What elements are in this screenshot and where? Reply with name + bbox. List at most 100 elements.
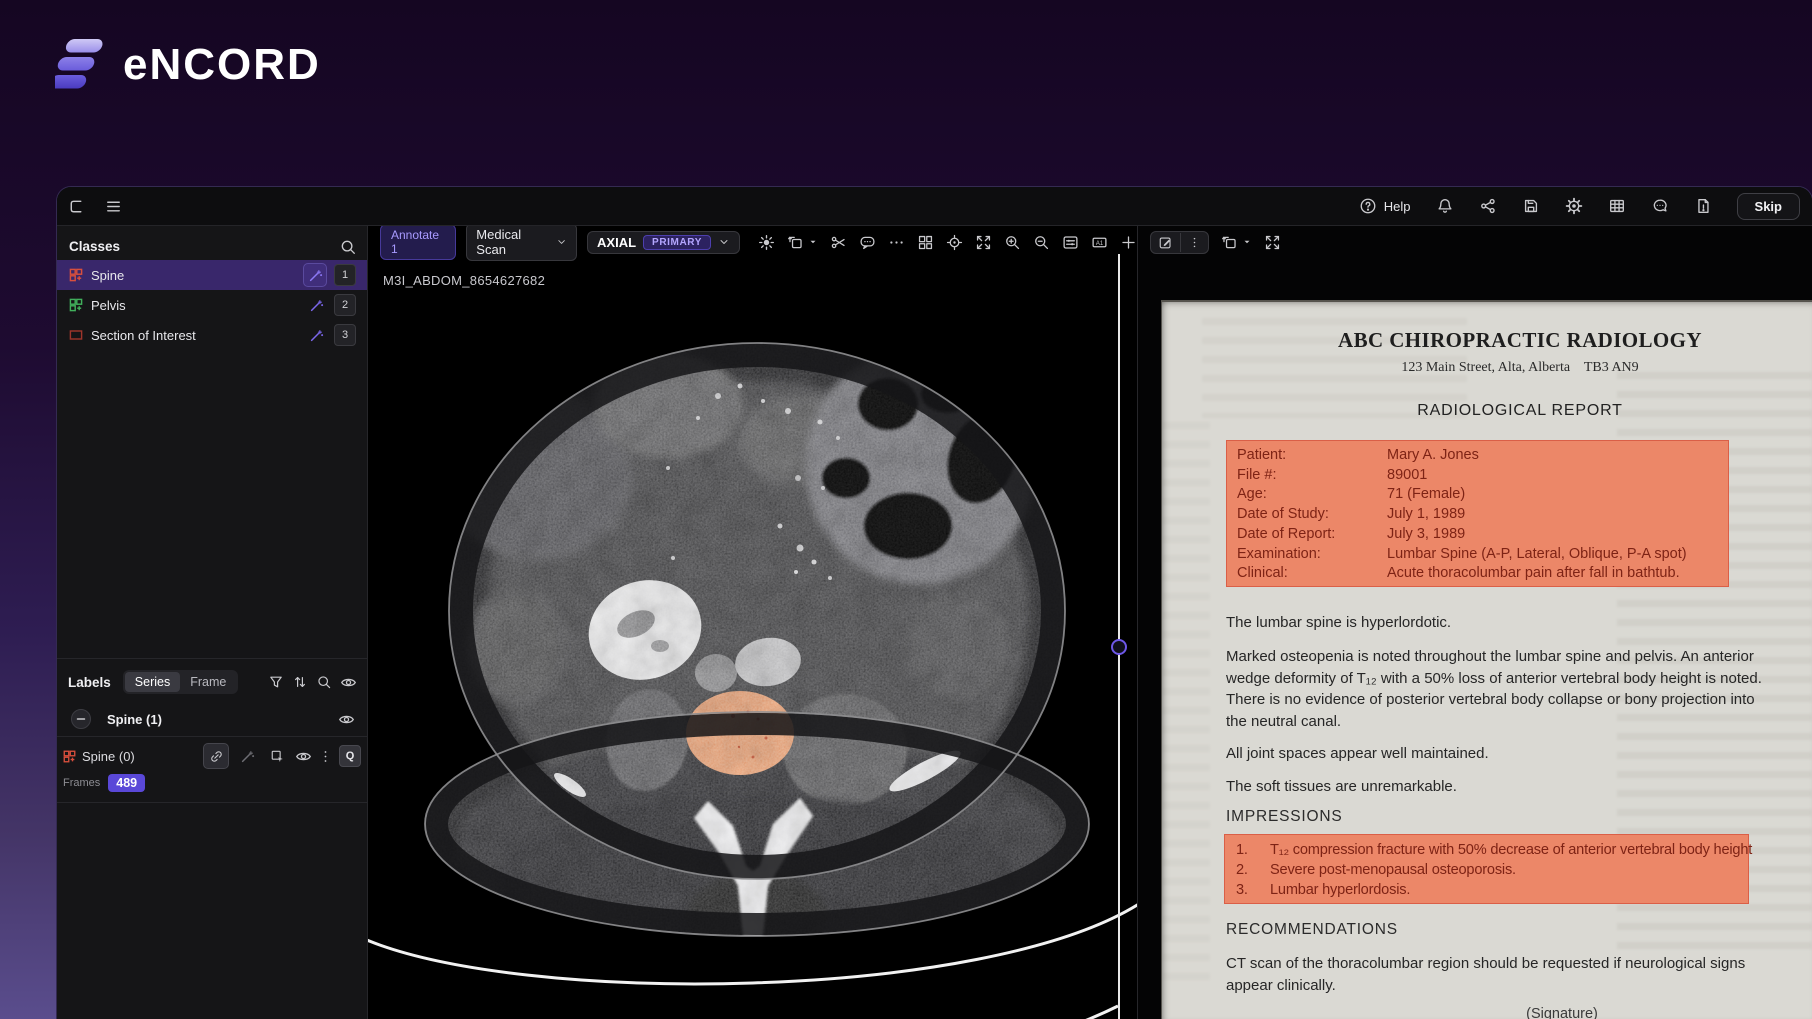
frames-count-badge: 489: [108, 774, 146, 792]
encord-logo-icon: [55, 39, 103, 89]
report-paragraph: The lumbar spine is hyperlordotic.: [1226, 614, 1452, 631]
view-label: AXIAL: [597, 234, 637, 250]
slice-slider-track[interactable]: [1118, 254, 1120, 1019]
sidebar-divider: [57, 736, 367, 737]
impression-text: T₁₂ compression fracture with 50% decrea…: [1270, 842, 1753, 858]
wordmark-first: e: [123, 40, 150, 89]
fit-expand-icon[interactable]: [1264, 234, 1281, 251]
class-label: Section of Interest: [91, 327, 196, 343]
label-instance-row[interactable]: Spine (0) Q: [57, 742, 367, 770]
zoom-out-icon[interactable]: [1033, 234, 1050, 251]
help-button[interactable]: Help: [1359, 197, 1411, 215]
impression-text: Severe post-menopausal osteoporosis.: [1270, 862, 1516, 878]
patient-field-value: Acute thoracolumbar pain after fall in b…: [1387, 565, 1680, 582]
region-class-icon: [69, 330, 83, 340]
notifications-bell-icon[interactable]: [1436, 197, 1454, 215]
link-button[interactable]: [203, 743, 229, 769]
window-topbar: Help Skip: [57, 187, 1812, 226]
select-region-button[interactable]: [265, 744, 289, 768]
class-label: Pelvis: [91, 297, 126, 313]
adjust-panel-icon[interactable]: [1062, 234, 1079, 251]
scan-canvas-panel[interactable]: Annotate 1 Medical Scan AXIAL PRIMARY A1…: [368, 226, 1137, 1019]
clinic-name: ABC CHIROPRACTIC RADIOLOGY: [1338, 328, 1702, 352]
label-group-row[interactable]: Spine (1): [57, 704, 367, 734]
impression-number: 1.: [1236, 842, 1248, 858]
comment-icon[interactable]: [859, 234, 876, 251]
patient-field-value: 71 (Female): [1387, 486, 1466, 503]
class-row-pelvis[interactable]: Pelvis 2: [57, 290, 367, 320]
annotate-badge[interactable]: Annotate 1: [380, 226, 457, 260]
search-icon[interactable]: [316, 674, 332, 690]
help-label: Help: [1383, 198, 1411, 214]
wand-icon: [310, 299, 323, 311]
chat-icon[interactable]: [1651, 197, 1669, 215]
tab-series[interactable]: Series: [124, 672, 181, 692]
more-icon[interactable]: [888, 234, 905, 251]
zoom-in-icon[interactable]: [1004, 234, 1021, 251]
modality-label: Medical Scan: [476, 227, 522, 257]
search-icon[interactable]: [339, 238, 357, 256]
label-a1-icon[interactable]: A1: [1091, 234, 1108, 251]
wand-icon: [310, 329, 323, 341]
edit-icon: [1159, 236, 1171, 248]
grid-layout-icon[interactable]: [917, 234, 934, 251]
sidebar: Classes Spine 1 Pelvis 2 Section of Inte…: [57, 226, 368, 1019]
brightness-icon[interactable]: [758, 234, 775, 251]
add-icon[interactable]: [1120, 234, 1137, 251]
edit-button-group: [1150, 230, 1209, 254]
menu-icon[interactable]: [104, 197, 123, 216]
settings-gear-icon[interactable]: [1565, 197, 1583, 215]
edit-button[interactable]: [1151, 232, 1180, 253]
tab-frame[interactable]: Frame: [180, 672, 236, 692]
report-paragraph: The soft tissues are unremarkable.: [1226, 778, 1457, 795]
auto-annotate-wand-button[interactable]: [305, 324, 327, 346]
patient-field-value: July 3, 1989: [1387, 525, 1466, 542]
ct-scan-image[interactable]: [368, 226, 1137, 1019]
save-icon[interactable]: [1522, 197, 1540, 215]
eye-icon[interactable]: [295, 748, 312, 765]
modality-dropdown[interactable]: Medical Scan: [466, 226, 578, 261]
primary-badge: PRIMARY: [643, 234, 711, 250]
report-paragraph: All joint spaces appear well maintained.: [1226, 745, 1489, 762]
patient-info-highlight[interactable]: Patient: Mary A. Jones File #: 89001 Age: 7…: [1226, 440, 1729, 587]
chevron-down-icon: [558, 240, 565, 244]
table-view-icon[interactable]: [1608, 197, 1626, 215]
fit-expand-icon[interactable]: [975, 234, 992, 251]
edit-more-button[interactable]: [1180, 232, 1208, 252]
recommendation-text: CT scan of the thoracolumbar region shou…: [1226, 955, 1746, 994]
class-hotkey: 1: [334, 264, 356, 286]
auto-annotate-wand-button[interactable]: [303, 263, 327, 287]
link-icon: [210, 750, 222, 762]
eye-icon[interactable]: [340, 674, 357, 691]
report-title: RADIOLOGICAL REPORT: [1417, 402, 1623, 419]
patient-field-label: Patient:: [1237, 447, 1287, 463]
share-icon[interactable]: [1479, 197, 1497, 215]
collapse-panel-icon[interactable]: [67, 197, 86, 216]
bounding-box-class-icon: [69, 298, 83, 312]
bounding-box-class-icon: [63, 750, 76, 762]
clinic-address: 123 Main Street, Alta, Alberta TB3 AN9: [1401, 360, 1639, 375]
eye-icon[interactable]: [338, 711, 355, 728]
recommendations-heading: RECOMMENDATIONS: [1226, 921, 1398, 938]
impressions-highlight[interactable]: 1. T₁₂ compression fracture with 50% decr…: [1224, 834, 1753, 904]
class-row-section-of-interest[interactable]: Section of Interest 3: [57, 320, 367, 350]
cut-icon[interactable]: [830, 234, 847, 251]
patient-field-label: Date of Report:: [1237, 525, 1336, 542]
report-paragraph: Marked osteopenia is noted throughout th…: [1226, 648, 1762, 730]
view-dropdown[interactable]: AXIAL PRIMARY: [587, 230, 740, 254]
views-dropdown[interactable]: [787, 234, 818, 251]
impressions-heading: IMPRESSIONS: [1226, 808, 1343, 825]
slice-slider-handle[interactable]: [1111, 639, 1127, 655]
document-icon[interactable]: [1694, 197, 1712, 215]
collapse-group-button[interactable]: [71, 709, 91, 729]
wand-button[interactable]: [235, 744, 259, 768]
sort-icon[interactable]: [292, 674, 308, 690]
filter-icon[interactable]: [268, 674, 284, 690]
auto-annotate-wand-button[interactable]: [305, 294, 327, 316]
skip-button[interactable]: Skip: [1736, 192, 1800, 220]
more-vertical-icon[interactable]: [318, 749, 333, 764]
center-target-icon[interactable]: [946, 234, 963, 251]
impression-text: Lumbar hyperlordosis.: [1270, 882, 1411, 898]
views-dropdown[interactable]: [1221, 234, 1252, 251]
class-row-spine[interactable]: Spine 1: [57, 260, 367, 290]
